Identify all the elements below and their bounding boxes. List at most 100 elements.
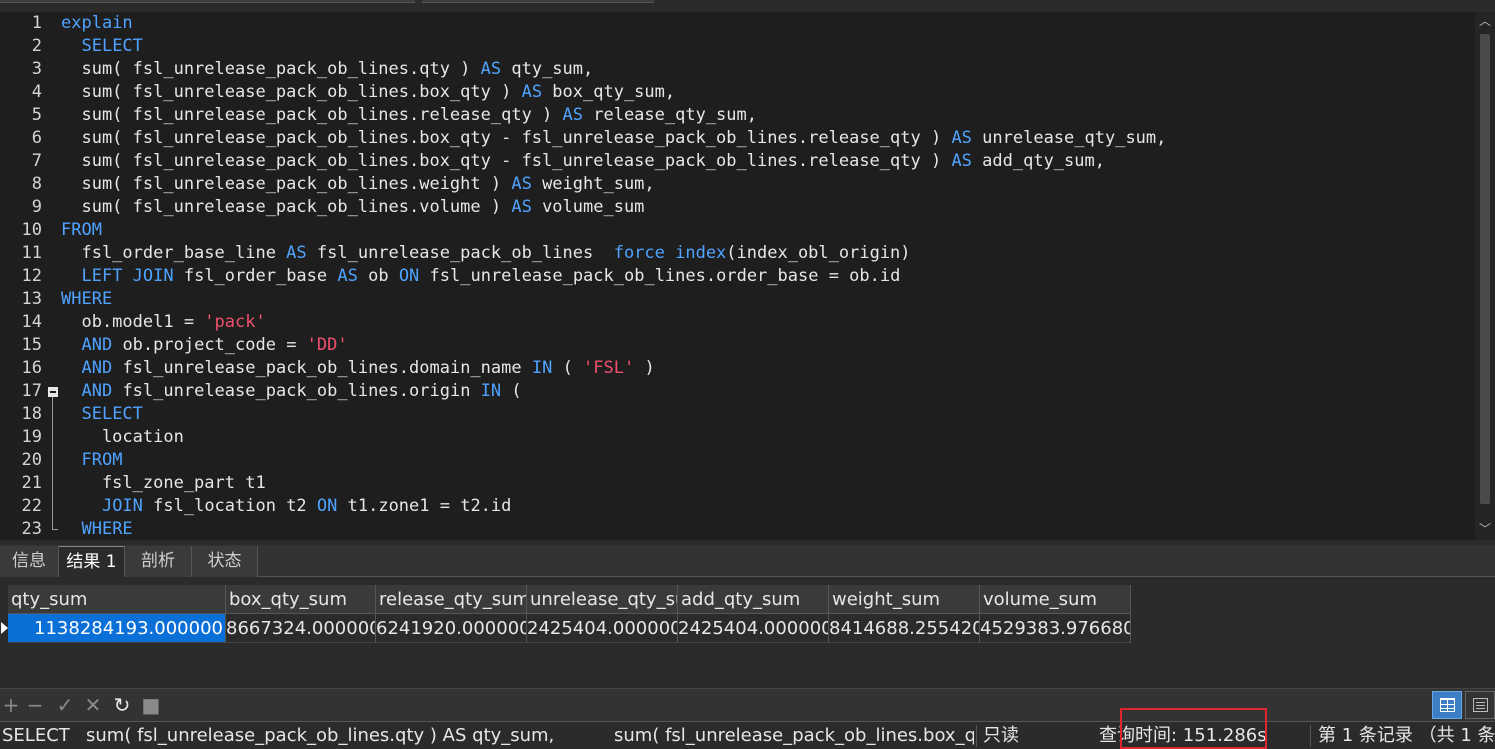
sql-text: sum( fsl_unrelease_pack_ob_lines.qty ) [61, 59, 481, 79]
code-text: AND fsl_unrelease_pack_ob_lines.domain_n… [61, 357, 654, 380]
refresh-icon[interactable]: ↻ [111, 694, 133, 716]
code-line[interactable]: 4 sum( fsl_unrelease_pack_ob_lines.box_q… [0, 81, 1475, 104]
code-text: fsl_order_base_line AS fsl_unrelease_pac… [61, 242, 910, 265]
scroll-down-icon[interactable]: ﹀ [1475, 520, 1495, 538]
column-header[interactable]: add_qty_sum [678, 585, 829, 614]
sql-keyword: AND [81, 358, 113, 378]
apply-check-icon[interactable]: ✓ [54, 694, 76, 716]
table-cell[interactable]: 6241920.000000 [376, 614, 527, 643]
code-line[interactable]: 21 fsl_zone_part t1 [0, 472, 1475, 495]
sql-string: 'pack' [204, 312, 266, 332]
status-divider [976, 725, 977, 747]
line-number: 2 [31, 36, 42, 56]
status-record-count: 第 1 条记录 （共 1 条) [1318, 725, 1495, 746]
query-tab-strip-right [422, 0, 654, 3]
sql-keyword: explain [61, 13, 133, 33]
tab-profile[interactable]: 剖析 [125, 546, 192, 577]
scroll-up-icon[interactable]: ︿ [1475, 12, 1495, 30]
code-text: fsl_zone_part t1 [61, 472, 266, 495]
status-query-preview-2: sum( fsl_unrelease_pack_ob_lines.box_qty [614, 725, 974, 746]
stop-icon[interactable]: ■ [140, 694, 162, 716]
delete-row-icon[interactable]: − [24, 694, 46, 716]
discard-x-icon[interactable]: ✕ [82, 694, 104, 716]
column-header[interactable]: box_qty_sum [226, 585, 376, 614]
sql-keyword: SELECT [81, 404, 143, 424]
table-cell[interactable]: 8414688.255420 [829, 614, 980, 643]
editor-vertical-scrollbar[interactable]: ︿ ﹀ [1475, 12, 1495, 540]
code-line[interactable]: 18 SELECT [0, 403, 1475, 426]
sql-keyword: AS [480, 59, 502, 79]
sql-keyword: IN [480, 381, 502, 401]
code-text: AND ob.project_code = 'DD' [61, 334, 347, 357]
sql-keyword: AND [81, 335, 113, 355]
column-header[interactable]: volume_sum [980, 585, 1131, 614]
code-line[interactable]: 2 SELECT [0, 35, 1475, 58]
line-number: 9 [31, 197, 42, 217]
column-header[interactable]: weight_sum [829, 585, 980, 614]
query-tab-strip-left [0, 0, 415, 3]
sql-keyword: ON [316, 496, 338, 516]
code-line[interactable]: 22 JOIN fsl_location t2 ON t1.zone1 = t2… [0, 495, 1475, 518]
tab-result-1[interactable]: 结果 1 [59, 546, 125, 577]
code-line[interactable]: 13 WHERE [0, 288, 1475, 311]
table-cell[interactable]: 2425404.000000 [678, 614, 829, 643]
column-header[interactable]: release_qty_sum [376, 585, 527, 614]
column-header[interactable]: unrelease_qty_su [527, 585, 678, 614]
line-number: 12 [21, 266, 42, 286]
code-line[interactable]: 20 FROM [0, 449, 1475, 472]
form-view-button[interactable] [1465, 691, 1495, 719]
sql-text: location [61, 427, 184, 447]
code-text: FROM [61, 449, 122, 472]
grid-view-button[interactable] [1432, 691, 1462, 719]
code-line[interactable]: 6 sum( fsl_unrelease_pack_ob_lines.box_q… [0, 127, 1475, 150]
sql-keyword: FROM [81, 450, 123, 470]
code-line[interactable]: 11 fsl_order_base_line AS fsl_unrelease_… [0, 242, 1475, 265]
status-query-preview: sum( fsl_unrelease_pack_ob_lines.qty ) A… [86, 725, 555, 746]
tab-info[interactable]: 信息 [0, 546, 59, 577]
code-line[interactable]: 10 FROM [0, 219, 1475, 242]
code-line[interactable]: 14 ob.model1 = 'pack' [0, 311, 1475, 334]
code-line[interactable]: 7 sum( fsl_unrelease_pack_ob_lines.box_q… [0, 150, 1475, 173]
code-text: LEFT JOIN fsl_order_base AS ob ON fsl_un… [61, 265, 900, 288]
line-number: 1 [31, 13, 42, 33]
sql-text: fsl_unrelease_pack_ob_lines [306, 243, 614, 263]
code-line[interactable]: 15 AND ob.project_code = 'DD' [0, 334, 1475, 357]
sql-text: ob.project_code = [112, 335, 307, 355]
scrollbar-thumb[interactable] [1480, 34, 1490, 504]
code-line[interactable]: 19 location [0, 426, 1475, 449]
sql-keyword: AS [511, 197, 532, 217]
code-line[interactable]: 3 sum( fsl_unrelease_pack_ob_lines.qty )… [0, 58, 1475, 81]
tab-status[interactable]: 状态 [192, 546, 258, 577]
status-query-type: SELECT [2, 725, 70, 746]
sql-text: release_qty_sum, [583, 105, 757, 125]
table-cell[interactable]: 1138284193.000000 [8, 614, 226, 643]
fold-guide-line [52, 397, 53, 529]
sql-keyword: AS [511, 174, 532, 194]
code-text: location [61, 426, 184, 449]
sql-text: weight_sum, [531, 174, 655, 194]
code-line[interactable]: 9 sum( fsl_unrelease_pack_ob_lines.volum… [0, 196, 1475, 219]
table-cell[interactable]: 8667324.000000 [226, 614, 376, 643]
code-text: ob.model1 = 'pack' [61, 311, 266, 334]
code-line[interactable]: 17 AND fsl_unrelease_pack_ob_lines.origi… [0, 380, 1475, 403]
column-header[interactable]: qty_sum [8, 585, 226, 614]
code-line[interactable]: 12 LEFT JOIN fsl_order_base AS ob ON fsl… [0, 265, 1475, 288]
table-cell[interactable]: 4529383.976680 [980, 614, 1131, 643]
table-cell[interactable]: 2425404.000000 [527, 614, 678, 643]
sql-editor[interactable]: 1 explain 2 SELECT 3 sum( fsl_unrelease_pac… [0, 12, 1495, 540]
sql-text: fsl_order_base_line [61, 243, 287, 263]
code-line[interactable]: 23 WHERE [0, 518, 1475, 540]
add-row-icon[interactable]: + [0, 694, 22, 716]
sql-keyword: AS [521, 82, 543, 102]
line-number: 11 [21, 243, 42, 263]
code-text: SELECT [61, 35, 142, 58]
sql-text: unrelease_qty_sum, [971, 128, 1167, 148]
code-line[interactable]: 1 explain [0, 12, 1475, 35]
line-number: 19 [21, 427, 42, 447]
fold-collapse-icon[interactable] [48, 387, 58, 397]
code-line[interactable]: 5 sum( fsl_unrelease_pack_ob_lines.relea… [0, 104, 1475, 127]
line-number: 18 [21, 404, 42, 424]
code-line[interactable]: 8 sum( fsl_unrelease_pack_ob_lines.weigh… [0, 173, 1475, 196]
code-line[interactable]: 16 AND fsl_unrelease_pack_ob_lines.domai… [0, 357, 1475, 380]
